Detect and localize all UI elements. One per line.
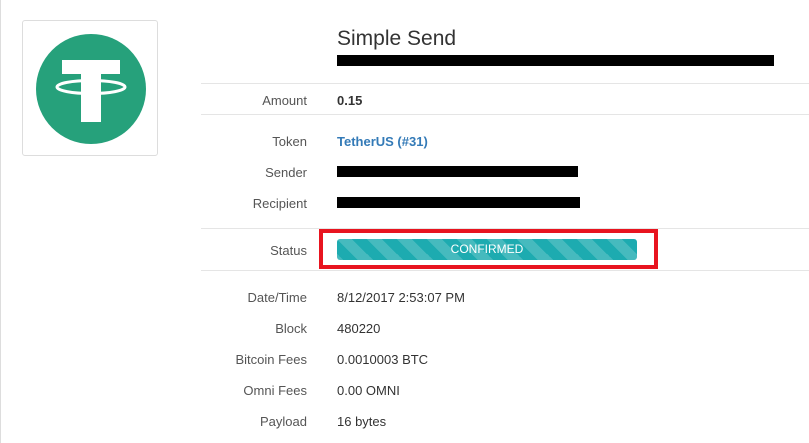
recipient-address-link[interactable] bbox=[337, 197, 580, 208]
bitcoin-fees-label: Bitcoin Fees bbox=[235, 352, 307, 367]
amount-value: 0.15 bbox=[337, 93, 363, 108]
sender-address-link[interactable] bbox=[337, 166, 578, 177]
omni-fees-label: Omni Fees bbox=[243, 383, 307, 398]
left-border bbox=[0, 0, 1, 443]
block-label: Block bbox=[275, 321, 307, 336]
token-label: Token bbox=[272, 134, 307, 149]
tether-logo-icon bbox=[36, 34, 146, 144]
payload-value: 16 bytes bbox=[337, 414, 387, 429]
divider bbox=[201, 83, 809, 84]
transaction-type-title: Simple Send bbox=[337, 27, 457, 50]
token-logo bbox=[22, 20, 158, 156]
divider bbox=[201, 270, 809, 271]
payload-label: Payload bbox=[260, 414, 307, 429]
bitcoin-fees-value: 0.0010003 BTC bbox=[337, 352, 429, 367]
omni-fees-value: 0.00 OMNI bbox=[337, 383, 400, 398]
token-link[interactable]: TetherUS (#31) bbox=[337, 134, 428, 149]
block-value: 480220 bbox=[337, 321, 381, 336]
sender-label: Sender bbox=[265, 165, 307, 180]
redacted-txid bbox=[337, 55, 774, 66]
datetime-label: Date/Time bbox=[247, 290, 307, 305]
amount-label: Amount bbox=[262, 93, 307, 108]
divider bbox=[201, 114, 809, 115]
status-label: Status bbox=[270, 243, 307, 258]
highlight-annotation-box bbox=[319, 229, 658, 269]
datetime-value: 8/12/2017 2:53:07 PM bbox=[337, 290, 465, 305]
recipient-label: Recipient bbox=[252, 196, 307, 211]
